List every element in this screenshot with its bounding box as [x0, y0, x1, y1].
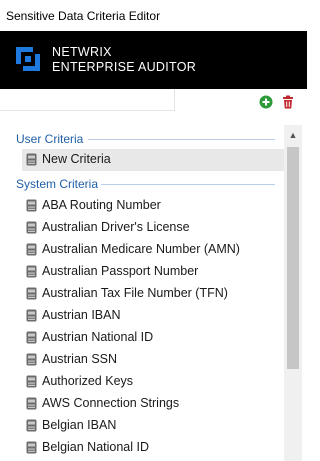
scrollbar-thumb[interactable]: [287, 147, 299, 369]
list-item-label: Austrian National ID: [42, 330, 154, 344]
list-item-label: AWS Connection Strings: [42, 396, 180, 410]
criteria-icon: [26, 221, 37, 234]
list-item[interactable]: Austrian SSN: [22, 349, 284, 371]
list-item[interactable]: Australian Medicare Number (AMN): [22, 239, 284, 261]
title-bar: Sensitive Data Criteria Editor: [0, 0, 307, 31]
group-divider: [101, 184, 275, 185]
list-item-label: Austrian SSN: [42, 352, 118, 366]
list-item-label: Authorized Keys: [42, 374, 134, 388]
list-item-label: Australian Medicare Number (AMN): [42, 242, 240, 256]
add-icon[interactable]: [259, 95, 273, 109]
list-item[interactable]: Austrian IBAN: [22, 305, 284, 327]
netwrix-logo-icon: [16, 47, 40, 71]
list-item[interactable]: Austrian National ID: [22, 327, 284, 349]
list-item-label: Belgian National ID: [42, 440, 150, 454]
list-item-label: New Criteria: [42, 152, 111, 166]
brand-line-1: NETWRIX: [52, 45, 112, 59]
criteria-icon: [26, 375, 37, 388]
criteria-icon: [26, 331, 37, 344]
list-item[interactable]: Australian Tax File Number (TFN): [22, 283, 284, 305]
criteria-icon: [26, 397, 37, 410]
group-heading-user-criteria: User Criteria: [16, 132, 84, 146]
list-item-label: ABA Routing Number: [42, 198, 161, 212]
delete-icon[interactable]: [281, 95, 295, 109]
criteria-list: User Criteria New Criteria System Criter…: [0, 125, 284, 461]
criteria-icon: [26, 441, 37, 454]
list-item[interactable]: AWS Connection Strings: [22, 393, 284, 415]
vertical-scrollbar[interactable]: ▲: [284, 125, 302, 461]
criteria-icon: [26, 419, 37, 432]
criteria-icon: [26, 265, 37, 278]
criteria-icon: [26, 309, 37, 322]
criteria-icon: [26, 287, 37, 300]
list-item-label: Australian Tax File Number (TFN): [42, 286, 228, 300]
criteria-icon: [26, 153, 37, 166]
window-title: Sensitive Data Criteria Editor: [6, 9, 161, 23]
list-item[interactable]: Australian Driver's License: [22, 217, 284, 239]
list-item-label: Australian Driver's License: [42, 220, 190, 234]
list-item[interactable]: Belgian IBAN: [22, 415, 284, 437]
list-item-label: Australian Passport Number: [42, 264, 199, 278]
list-item[interactable]: Australian Passport Number: [22, 261, 284, 283]
criteria-icon: [26, 353, 37, 366]
list-item-new-criteria[interactable]: New Criteria: [22, 149, 284, 171]
scroll-up-arrow-icon[interactable]: ▲: [284, 129, 302, 141]
list-item-label: Belgian IBAN: [42, 418, 117, 432]
list-item-label: Austrian IBAN: [42, 308, 121, 322]
list-item[interactable]: ABA Routing Number: [22, 195, 284, 217]
list-item[interactable]: Belgian National ID: [22, 437, 284, 459]
criteria-icon: [26, 243, 37, 256]
brand-banner: NETWRIX ENTERPRISE AUDITOR: [0, 31, 307, 89]
brand-name: NETWRIX ENTERPRISE AUDITOR: [52, 45, 196, 75]
list-item[interactable]: Authorized Keys: [22, 371, 284, 393]
group-divider: [88, 139, 275, 140]
criteria-icon: [26, 199, 37, 212]
group-heading-system-criteria: System Criteria: [16, 177, 99, 191]
brand-line-2: ENTERPRISE AUDITOR: [52, 60, 197, 74]
toolbar: [0, 89, 307, 115]
filter-field[interactable]: [0, 89, 175, 111]
